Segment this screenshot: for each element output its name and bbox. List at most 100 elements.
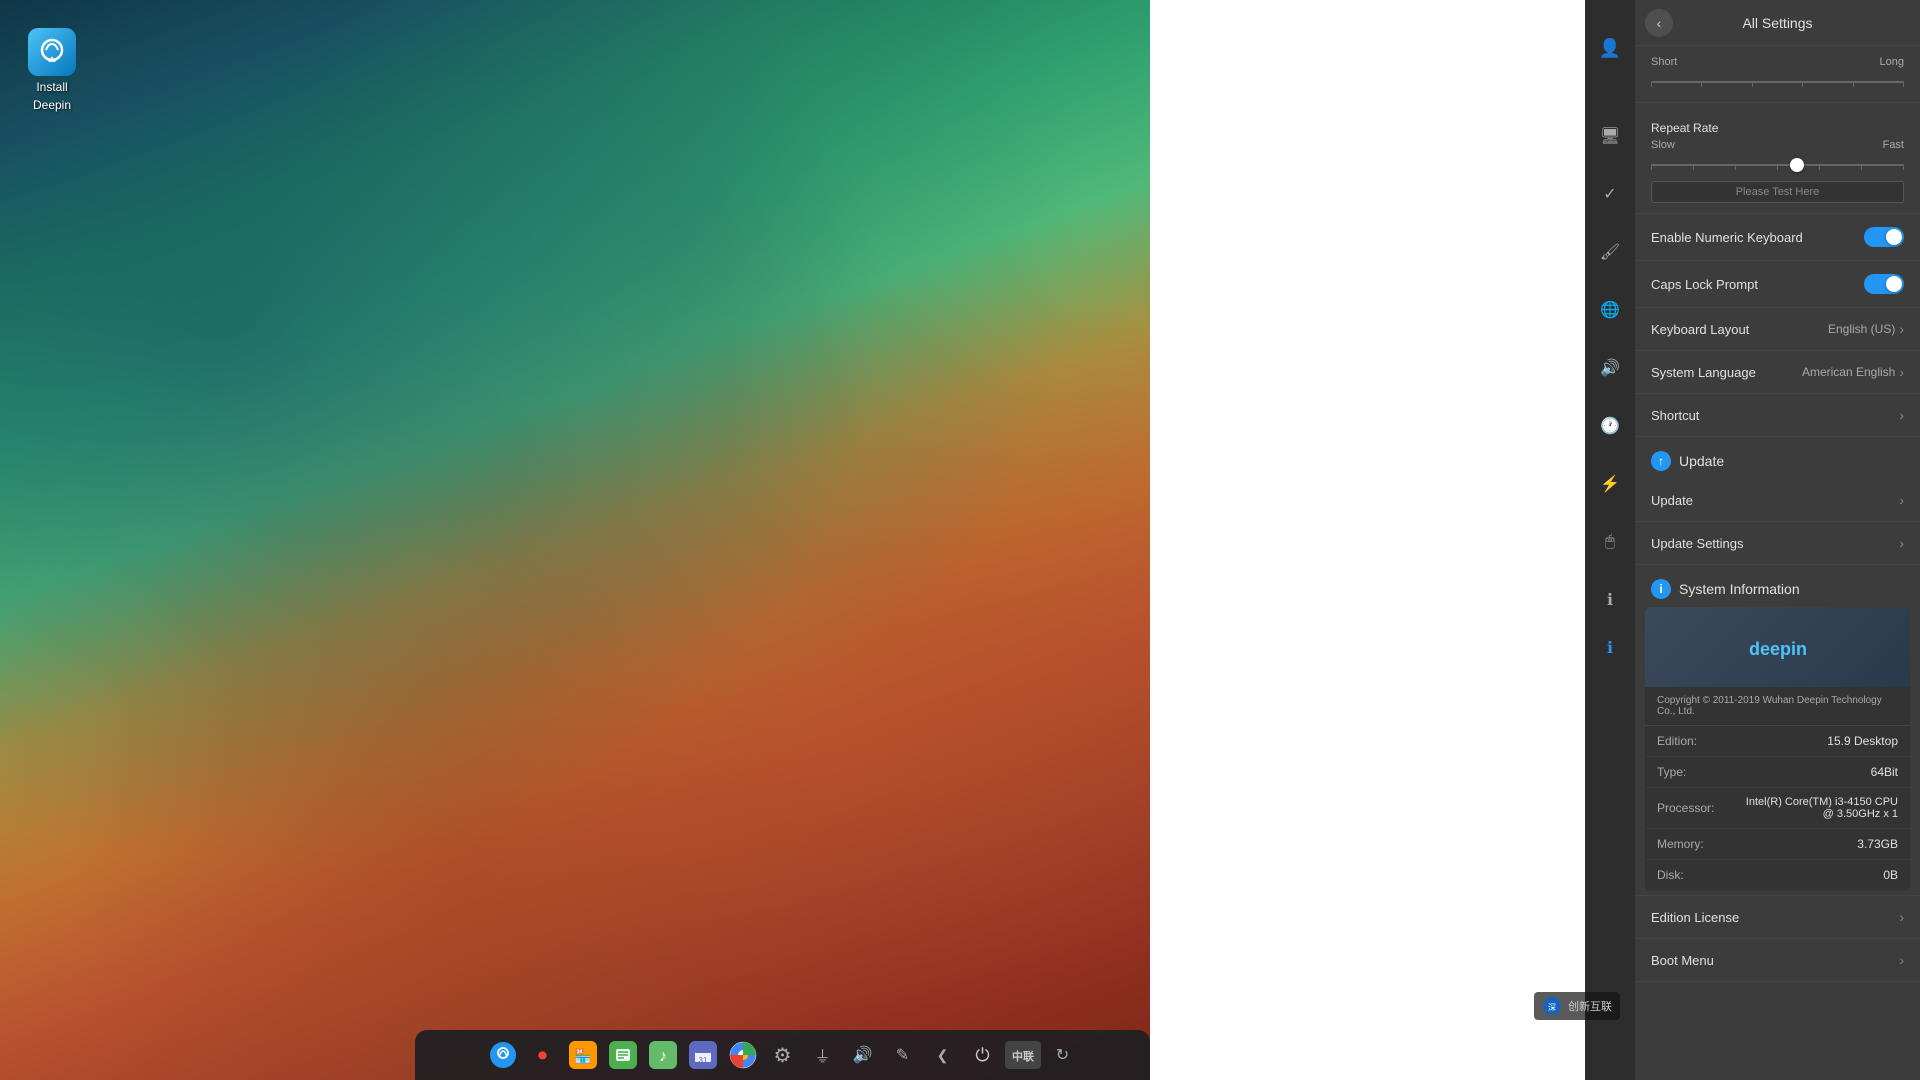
sysinfo-type-row: Type: 64Bit	[1645, 757, 1910, 788]
sidebar-info-icon-1[interactable]: ℹ	[1592, 582, 1628, 618]
shortcut-right: ›	[1899, 407, 1904, 423]
keyboard-layout-value: English (US)	[1828, 322, 1895, 336]
toggle-knob-numeric	[1886, 229, 1902, 245]
taskbar-volume-icon[interactable]: 🔊	[845, 1037, 881, 1073]
processor-value: Intel(R) Core(TM) i3-4150 CPU @ 3.50GHz …	[1738, 796, 1898, 820]
sysinfo-section-title: System Information	[1679, 581, 1800, 597]
sidebar-display-icon[interactable]: 🖥	[1592, 118, 1628, 154]
update-settings-right: ›	[1899, 535, 1904, 551]
svg-text:中联: 中联	[1012, 1049, 1034, 1063]
taskbar-record-icon[interactable]: ⏺	[525, 1037, 561, 1073]
caps-lock-prompt-toggle[interactable]	[1864, 274, 1904, 294]
update-settings-row[interactable]: Update Settings ›	[1635, 522, 1920, 565]
sidebar-datetime-icon[interactable]: 🕐	[1592, 408, 1628, 444]
settings-content[interactable]: Short Long Repeat Rate	[1635, 46, 1920, 1080]
repeat-rate-label: Repeat Rate	[1651, 121, 1904, 135]
delay-slider[interactable]	[1651, 72, 1904, 92]
enable-numeric-keyboard-toggle[interactable]	[1864, 227, 1904, 247]
update-chevron: ›	[1899, 492, 1904, 508]
taskbar-update-icon[interactable]: ↻	[1045, 1037, 1081, 1073]
system-language-row[interactable]: System Language American English ›	[1635, 351, 1920, 394]
sidebar-network-icon[interactable]: 🌐	[1592, 292, 1628, 328]
settings-panel: ‹ All Settings Short Long	[1635, 0, 1920, 1080]
enable-numeric-keyboard-row: Enable Numeric Keyboard	[1635, 214, 1920, 261]
taskbar-pen-icon[interactable]: ✎	[885, 1037, 921, 1073]
copyright-text: Copyright © 2011-2019 Wuhan Deepin Techn…	[1657, 695, 1882, 717]
taskbar-browser-icon[interactable]	[725, 1037, 761, 1073]
edition-value: 15.9 Desktop	[1827, 734, 1898, 748]
sysinfo-logo-area: deepin	[1645, 607, 1910, 687]
sysinfo-card: deepin Copyright © 2011-2019 Wuhan Deepi…	[1645, 607, 1910, 891]
update-row[interactable]: Update ›	[1635, 479, 1920, 522]
memory-value: 3.73GB	[1857, 837, 1898, 851]
taskbar-settings-icon[interactable]: ⚙	[765, 1037, 801, 1073]
update-icon-label: ↑	[1658, 454, 1664, 468]
shortcut-label: Shortcut	[1651, 408, 1699, 423]
install-deepin-desktop-icon[interactable]: Install Deepin	[20, 20, 84, 120]
caps-lock-prompt-row: Caps Lock Prompt	[1635, 261, 1920, 308]
taskbar-appstore-icon[interactable]: 🏪	[565, 1037, 601, 1073]
sidebar-default-apps-icon[interactable]: ✓	[1592, 176, 1628, 212]
system-language-label: System Language	[1651, 365, 1756, 380]
taskbar-power-icon[interactable]: ⏻	[965, 1037, 1001, 1073]
boot-menu-row[interactable]: Boot Menu ›	[1635, 939, 1920, 982]
svg-text:深: 深	[1548, 1003, 1556, 1012]
shortcut-row[interactable]: Shortcut ›	[1635, 394, 1920, 437]
edition-key: Edition:	[1657, 734, 1697, 748]
sysinfo-processor-row: Processor: Intel(R) Core(TM) i3-4150 CPU…	[1645, 788, 1910, 829]
taskbar-music-icon[interactable]: ♪	[645, 1037, 681, 1073]
taskbar-usb-icon[interactable]: ⏚	[805, 1037, 841, 1073]
shortcut-chevron: ›	[1899, 407, 1904, 423]
svg-text:♪: ♪	[659, 1048, 667, 1065]
svg-text:deepin: deepin	[1748, 639, 1806, 659]
edition-license-right: ›	[1899, 909, 1904, 925]
boot-menu-label: Boot Menu	[1651, 953, 1714, 968]
update-settings-label: Update Settings	[1651, 536, 1744, 551]
sidebar-mouse-icon[interactable]: 🖱	[1592, 524, 1628, 560]
update-section-title: Update	[1679, 453, 1724, 469]
sysinfo-disk-row: Disk: 0B	[1645, 860, 1910, 891]
type-value: 64Bit	[1871, 765, 1898, 779]
update-section-icon: ↑	[1651, 451, 1671, 471]
toggle-knob-capslock	[1886, 276, 1902, 292]
sidebar-info-icon-active[interactable]: ℹ	[1592, 630, 1628, 666]
sidebar-power-icon[interactable]: ⚡	[1592, 466, 1628, 502]
back-button[interactable]: ‹	[1645, 9, 1673, 37]
install-deepin-logo	[28, 28, 76, 76]
keyboard-layout-right: English (US) ›	[1828, 321, 1904, 337]
sidebar-account-icon[interactable]: 👤	[1592, 30, 1628, 66]
edition-license-row[interactable]: Edition License ›	[1635, 895, 1920, 939]
taskbar-deepin-icon[interactable]	[485, 1037, 521, 1073]
sidebar-icons-strip: 👤 🖥 ✓ 🖌 🌐 🔊 🕐 ⚡ 🖱 ℹ ℹ	[1585, 0, 1635, 1080]
svg-text:31: 31	[698, 1056, 707, 1065]
test-here-label: Please Test Here	[1736, 186, 1820, 198]
sysinfo-edition-row: Edition: 15.9 Desktop	[1645, 726, 1910, 757]
watermark: 深 创新互联	[1534, 992, 1620, 1020]
sysinfo-icon-label: i	[1659, 582, 1662, 596]
taskbar-calendar-icon[interactable]: 31	[685, 1037, 721, 1073]
update-settings-chevron: ›	[1899, 535, 1904, 551]
taskbar-back-nav-icon[interactable]: ❮	[925, 1037, 961, 1073]
sidebar-personalize-icon[interactable]: 🖌	[1592, 234, 1628, 270]
edition-license-label: Edition License	[1651, 910, 1739, 925]
sidebar-sound-icon[interactable]: 🔊	[1592, 350, 1628, 386]
update-right: ›	[1899, 492, 1904, 508]
install-deepin-label-line2: Deepin	[33, 98, 71, 112]
delay-slider-section: Short Long	[1635, 46, 1920, 103]
settings-title: All Settings	[1742, 15, 1812, 31]
disk-key: Disk:	[1657, 868, 1684, 882]
sysinfo-memory-row: Memory: 3.73GB	[1645, 829, 1910, 860]
boot-menu-chevron: ›	[1899, 952, 1904, 968]
keyboard-layout-row[interactable]: Keyboard Layout English (US) ›	[1635, 308, 1920, 351]
watermark-logo-icon: 深	[1542, 996, 1562, 1016]
sysinfo-copyright: Copyright © 2011-2019 Wuhan Deepin Techn…	[1645, 687, 1910, 726]
keyboard-layout-label: Keyboard Layout	[1651, 322, 1749, 337]
edition-license-chevron: ›	[1899, 909, 1904, 925]
taskbar-notes-icon[interactable]	[605, 1037, 641, 1073]
test-here-input[interactable]: Please Test Here	[1651, 181, 1904, 203]
settings-header: ‹ All Settings	[1635, 0, 1920, 46]
taskbar-ime-icon[interactable]: 中联	[1005, 1037, 1041, 1073]
desktop-wallpaper	[0, 0, 1150, 1080]
fast-label: Fast	[1883, 139, 1904, 151]
repeat-rate-slider[interactable]	[1651, 155, 1904, 175]
